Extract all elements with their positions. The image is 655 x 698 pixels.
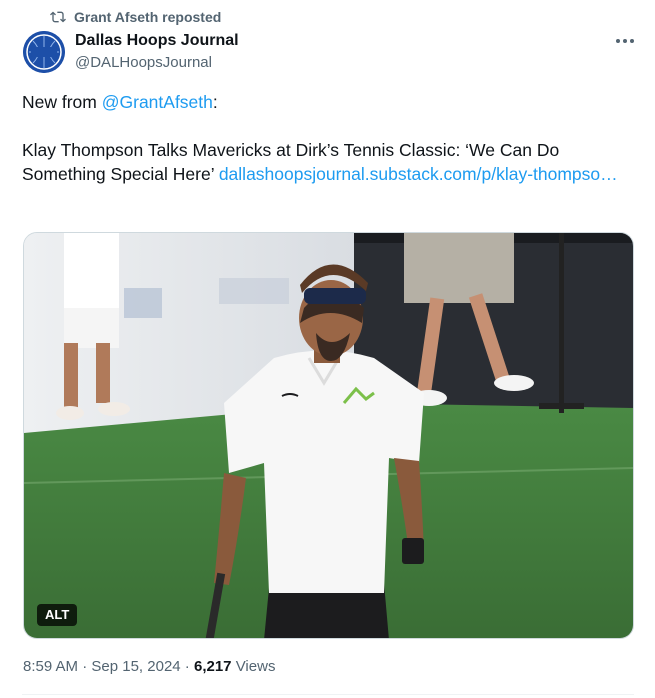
post-time[interactable]: 8:59 AM: [23, 658, 78, 675]
author-name[interactable]: Dallas Hoops Journal: [75, 31, 239, 51]
more-dot: [630, 39, 634, 43]
repost-icon: [50, 11, 66, 23]
intro-suffix: :: [212, 92, 218, 112]
more-icon[interactable]: [611, 30, 639, 52]
meta-separator: ·: [78, 658, 92, 675]
tweet-intro: New from @GrantAfseth:: [22, 90, 622, 114]
article-link[interactable]: dallashoopsjournal.substack.com/p/klay-t…: [219, 164, 618, 184]
more-dot: [623, 39, 627, 43]
repost-indicator[interactable]: Grant Afseth reposted: [50, 8, 221, 26]
post-date[interactable]: Sep 15, 2024: [91, 658, 180, 675]
author-handle[interactable]: @DALHoopsJournal: [75, 53, 212, 73]
tweet-headline: Klay Thompson Talks Mavericks at Dirk’s …: [22, 138, 622, 186]
photo-klay-thompson-tennis: [24, 233, 633, 638]
meta-separator: ·: [180, 658, 194, 675]
avatar[interactable]: [23, 31, 65, 73]
tweet-text: New from @GrantAfseth: Klay Thompson Tal…: [22, 90, 622, 186]
repost-label: Grant Afseth reposted: [74, 9, 222, 25]
more-dot: [616, 39, 620, 43]
dallas-hoops-logo: [23, 31, 65, 73]
divider: [22, 694, 634, 695]
tweet-card: Grant Afseth reposted Dallas Hoops Journ…: [0, 0, 655, 698]
views-count: 6,217: [193, 658, 232, 675]
views-label: Views: [231, 658, 276, 675]
tweet-meta: 8:59 AM · Sep 15, 2024 · 6,217 Views: [23, 656, 275, 678]
mention-link[interactable]: @GrantAfseth: [102, 92, 213, 112]
intro-prefix: New from: [22, 92, 102, 112]
tweet-photo[interactable]: [23, 232, 634, 639]
alt-badge[interactable]: ALT: [37, 604, 78, 626]
